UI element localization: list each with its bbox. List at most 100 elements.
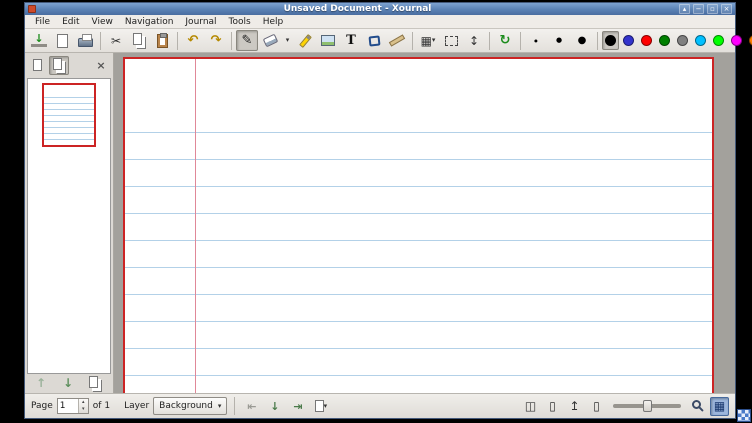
- notebook-page[interactable]: [123, 57, 714, 393]
- eraser-options-dropdown[interactable]: ▾: [282, 30, 293, 51]
- color-magenta-button[interactable]: [728, 31, 745, 50]
- menu-file[interactable]: File: [29, 15, 56, 29]
- shape-recognizer-button[interactable]: [363, 30, 385, 51]
- goto-first-page-button[interactable]: ⇤: [242, 397, 261, 416]
- spin-arrows[interactable]: ▴ ▾: [78, 399, 88, 413]
- minimize-button[interactable]: −: [693, 4, 704, 14]
- maximize-button[interactable]: ▫: [707, 4, 718, 14]
- move-page-up-button[interactable]: ↑: [31, 374, 51, 393]
- copy-button[interactable]: [128, 30, 150, 51]
- image-tool-button[interactable]: [317, 30, 339, 51]
- menu-help[interactable]: Help: [257, 15, 290, 29]
- color-gray-swatch: [677, 35, 688, 46]
- toolbar-separator: [100, 32, 101, 50]
- menu-tools[interactable]: Tools: [223, 15, 257, 29]
- move-page-down-button[interactable]: ↓: [58, 374, 78, 393]
- fit-page-button[interactable]: ↥: [565, 397, 584, 416]
- single-page-icon: [33, 59, 42, 71]
- spin-down-icon[interactable]: ▾: [79, 406, 88, 413]
- text-tool-button[interactable]: T: [340, 30, 362, 51]
- shade-button[interactable]: ▴: [679, 4, 690, 14]
- page-label: Page: [31, 401, 53, 411]
- zoom-fit-width-button[interactable]: ▯: [587, 397, 606, 416]
- one-page-view-button[interactable]: ▯: [543, 397, 562, 416]
- page-number-spinbox[interactable]: ▴ ▾: [57, 398, 89, 414]
- main-area: × ↑ ↓ ⊗: [25, 53, 735, 393]
- save-button[interactable]: ↓: [28, 30, 50, 51]
- toolbar-separator: [597, 32, 598, 50]
- sidebar-toolbar: ×: [27, 54, 111, 76]
- cut-icon: ✂: [111, 35, 121, 47]
- page-up-icon: ↥: [569, 400, 579, 412]
- color-orange-button[interactable]: [746, 31, 752, 50]
- highlighter-tool-button[interactable]: [294, 30, 316, 51]
- select-rectangle-button[interactable]: [440, 30, 462, 51]
- color-blue-swatch: [623, 35, 634, 46]
- pen-size-fine-button[interactable]: ●: [525, 30, 547, 51]
- zoom-slider[interactable]: [613, 404, 681, 408]
- shape-recognizer-icon: [368, 35, 380, 46]
- arrow-down-icon: ↓: [63, 377, 73, 389]
- menu-edit[interactable]: Edit: [56, 15, 85, 29]
- highlighter-icon: [299, 34, 312, 48]
- color-blue-button[interactable]: [620, 31, 637, 50]
- undo-button[interactable]: ↶: [182, 30, 204, 51]
- color-lightgreen-button[interactable]: [710, 31, 727, 50]
- redo-button[interactable]: ↷: [205, 30, 227, 51]
- color-red-button[interactable]: [638, 31, 655, 50]
- two-page-view-button[interactable]: ◫: [521, 397, 540, 416]
- color-black-button[interactable]: [602, 31, 619, 50]
- print-button[interactable]: [74, 30, 96, 51]
- sidebar-bottom-toolbar: ↑ ↓ ⊗: [27, 374, 111, 392]
- goto-next-page-button[interactable]: ↓: [265, 397, 284, 416]
- grid-pattern-dropdown[interactable]: ▦ ▾: [417, 30, 439, 51]
- grid-icon: ▦: [714, 400, 725, 412]
- paste-icon: [157, 34, 168, 48]
- thumbnail-list[interactable]: [27, 78, 111, 374]
- pen-size-thick-button[interactable]: ●: [571, 30, 593, 51]
- vertical-space-button[interactable]: ↕: [463, 30, 485, 51]
- append-page-dropdown[interactable]: ▾: [311, 397, 330, 416]
- pen-tool-button[interactable]: ✎: [236, 30, 258, 51]
- layer-combobox[interactable]: Background ▾: [153, 397, 227, 415]
- menu-journal[interactable]: Journal: [179, 15, 222, 29]
- fit-width-icon: ▯: [593, 400, 600, 412]
- cut-button[interactable]: ✂: [105, 30, 127, 51]
- duplicate-page-button[interactable]: [85, 374, 105, 393]
- ruler-icon: [389, 34, 405, 46]
- color-magenta-swatch: [731, 35, 742, 46]
- paste-button[interactable]: [151, 30, 173, 51]
- eraser-tool-button[interactable]: [259, 30, 281, 51]
- close-button[interactable]: ×: [721, 4, 732, 14]
- menu-navigation[interactable]: Navigation: [119, 15, 180, 29]
- statusbar: Page ▴ ▾ of 1 Layer Background ▾ ⇤ ↓ ⇥: [25, 393, 735, 418]
- app-icon: [28, 5, 36, 13]
- layer-view-button[interactable]: [27, 56, 47, 75]
- pen-size-medium-button[interactable]: ●: [548, 30, 570, 51]
- thumbnail-view-button[interactable]: [49, 56, 69, 75]
- new-document-button[interactable]: [51, 30, 73, 51]
- next-page-icon: ↓: [270, 401, 279, 412]
- document-canvas[interactable]: [114, 53, 735, 393]
- titlebar[interactable]: Unsaved Document - Xournal ▴ − ▫ ×: [25, 3, 735, 15]
- color-gray-button[interactable]: [674, 31, 691, 50]
- default-tool-button[interactable]: ↻: [494, 30, 516, 51]
- grid-snap-toggle[interactable]: ▦: [710, 397, 729, 416]
- color-green-button[interactable]: [656, 31, 673, 50]
- last-page-icon: ⇥: [293, 401, 302, 412]
- page-1-thumbnail[interactable]: [42, 83, 96, 147]
- zoom-slider-handle[interactable]: [643, 400, 652, 412]
- zoom-button[interactable]: [688, 397, 707, 416]
- color-green-swatch: [659, 35, 670, 46]
- color-lightblue-button[interactable]: [692, 31, 709, 50]
- sidebar-close-button[interactable]: ×: [91, 56, 111, 75]
- workspace-pager[interactable]: [737, 409, 751, 422]
- ruler-tool-button[interactable]: [386, 30, 408, 51]
- close-icon: ×: [724, 4, 730, 14]
- fine-dot-icon: ●: [534, 39, 538, 43]
- goto-last-page-button[interactable]: ⇥: [288, 397, 307, 416]
- page-number-input[interactable]: [58, 399, 78, 413]
- pen-icon: ✎: [242, 33, 253, 48]
- spin-up-icon[interactable]: ▴: [79, 399, 88, 406]
- menu-view[interactable]: View: [86, 15, 119, 29]
